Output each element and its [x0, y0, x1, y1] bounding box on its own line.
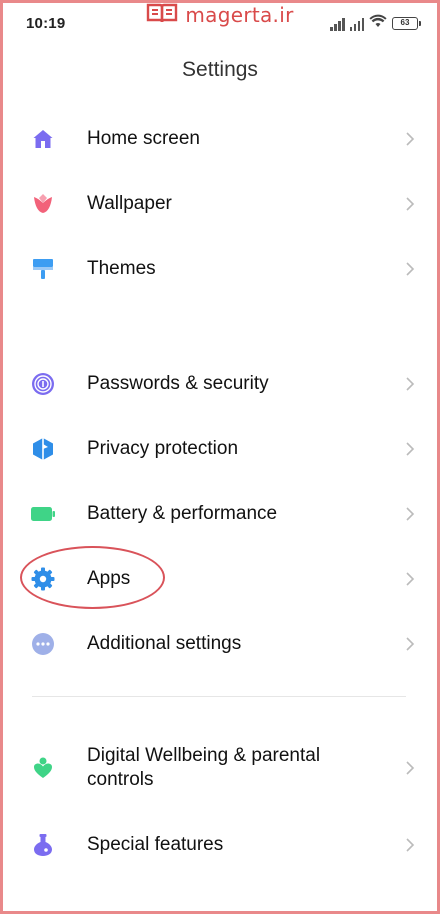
status-icons: 63 [330, 14, 421, 33]
settings-item-label: Themes [87, 257, 156, 279]
chevron-right-icon [406, 196, 415, 211]
chevron-right-icon [406, 261, 415, 276]
more-dots-icon [30, 631, 56, 657]
shield-icon [30, 436, 56, 462]
settings-item-additional-settings[interactable]: Additional settings [0, 611, 440, 676]
settings-item-label: Wallpaper [87, 192, 172, 214]
settings-item-label: Apps [87, 567, 131, 589]
chevron-right-icon [406, 761, 415, 775]
watermark-text: magerta.ir [185, 3, 294, 27]
paint-roller-icon [30, 256, 56, 282]
settings-item-themes[interactable]: Themes [0, 236, 440, 301]
battery-indicator: 63 [392, 17, 421, 30]
chevron-right-icon [406, 376, 415, 391]
flask-icon [30, 832, 56, 858]
settings-item-special-features[interactable]: Special features [0, 810, 440, 880]
watermark: magerta.ir [122, 0, 318, 30]
chevron-right-icon [406, 131, 415, 146]
chevron-right-icon [406, 441, 415, 456]
settings-item-privacy-protection[interactable]: Privacy protection [0, 416, 440, 481]
signal-icon [349, 17, 364, 31]
settings-item-passwords-security[interactable]: Passwords & security [0, 351, 440, 416]
chevron-right-icon [406, 838, 415, 852]
wellbeing-icon [30, 755, 56, 781]
settings-item-apps[interactable]: Apps [0, 546, 440, 611]
chevron-right-icon [406, 636, 415, 651]
fingerprint-icon [30, 371, 56, 397]
battery-icon [30, 501, 56, 527]
book-logo-icon [146, 2, 178, 29]
signal-icon [330, 17, 345, 31]
wifi-icon [369, 14, 387, 33]
gear-icon [30, 566, 56, 592]
settings-item-wallpaper[interactable]: Wallpaper [0, 171, 440, 236]
settings-item-label: Digital Wellbeing & parental controls [87, 745, 321, 790]
settings-item-digital-wellbeing[interactable]: Digital Wellbeing & parental controls [0, 726, 440, 810]
chevron-right-icon [406, 571, 415, 586]
section-divider [32, 696, 406, 697]
page-title: Settings [182, 58, 258, 81]
settings-item-label: Additional settings [87, 632, 242, 654]
settings-item-battery-performance[interactable]: Battery & performance [0, 481, 440, 546]
home-icon [30, 126, 56, 152]
settings-item-label: Special features [87, 834, 224, 855]
chevron-right-icon [406, 506, 415, 521]
settings-item-label: Battery & performance [87, 502, 278, 524]
settings-item-label: Home screen [87, 127, 200, 149]
settings-item-label: Privacy protection [87, 437, 239, 459]
status-time: 10:19 [26, 15, 66, 32]
settings-item-label: Passwords & security [87, 372, 269, 394]
tulip-icon [30, 191, 56, 217]
settings-item-home-screen[interactable]: Home screen [0, 106, 440, 171]
